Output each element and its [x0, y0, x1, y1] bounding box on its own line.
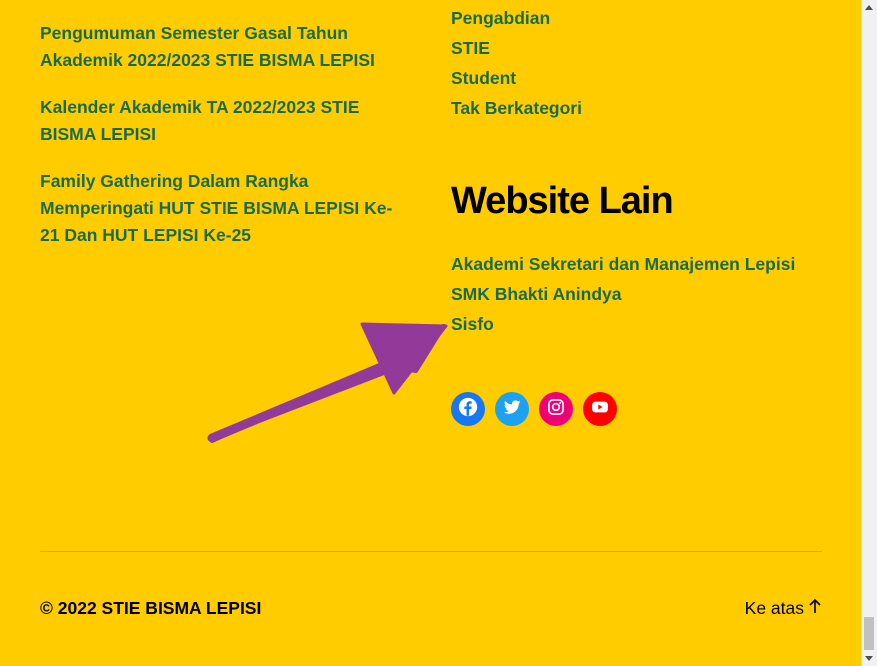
website-lain-list: Akademi Sekretari dan Manajemen Lepisi S… [451, 249, 831, 339]
category-link[interactable]: Student [451, 63, 831, 93]
website-lain-title: Website Lain [451, 180, 674, 222]
instagram-icon [546, 397, 566, 422]
instagram-button[interactable] [539, 392, 573, 426]
scroll-up-icon[interactable] [865, 5, 873, 10]
to-top-label: Ke atas [744, 598, 804, 618]
scrollbar-thumb[interactable] [864, 617, 874, 650]
recent-posts-list: Pengumuman Semester Gasal Tahun Akademik… [40, 20, 405, 269]
post-link[interactable]: Kalender Akademik TA 2022/2023 STIE BISM… [40, 94, 405, 148]
youtube-button[interactable] [583, 392, 617, 426]
facebook-button[interactable] [451, 392, 485, 426]
facebook-icon [457, 396, 479, 423]
twitter-button[interactable] [495, 392, 529, 426]
social-links [451, 392, 617, 426]
vertical-scrollbar[interactable] [861, 0, 877, 666]
youtube-icon [590, 397, 610, 422]
arrow-up-icon [808, 598, 822, 619]
footer-divider [40, 551, 822, 552]
category-list: Pengabdian STIE Student Tak Berkategori [451, 3, 831, 123]
website-link[interactable]: Sisfo [451, 309, 831, 339]
category-link[interactable]: Pengabdian [451, 3, 831, 33]
page-footer-area: Pengumuman Semester Gasal Tahun Akademik… [0, 0, 862, 666]
to-top-link[interactable]: Ke atas [745, 598, 822, 619]
twitter-icon [502, 397, 522, 422]
category-link[interactable]: Tak Berkategori [451, 93, 831, 123]
category-link[interactable]: STIE [451, 33, 831, 63]
post-link[interactable]: Family Gathering Dalam Rangka Memperinga… [40, 168, 405, 249]
website-link[interactable]: Akademi Sekretari dan Manajemen Lepisi [451, 249, 831, 279]
copyright-text: © 2022 STIE BISMA LEPISI [40, 598, 262, 618]
scroll-down-icon[interactable] [865, 656, 873, 661]
sidebar-right: Pengabdian STIE Student Tak Berkategori … [451, 3, 831, 339]
post-link[interactable]: Pengumuman Semester Gasal Tahun Akademik… [40, 20, 405, 74]
website-link[interactable]: SMK Bhakti Anindya [451, 279, 831, 309]
